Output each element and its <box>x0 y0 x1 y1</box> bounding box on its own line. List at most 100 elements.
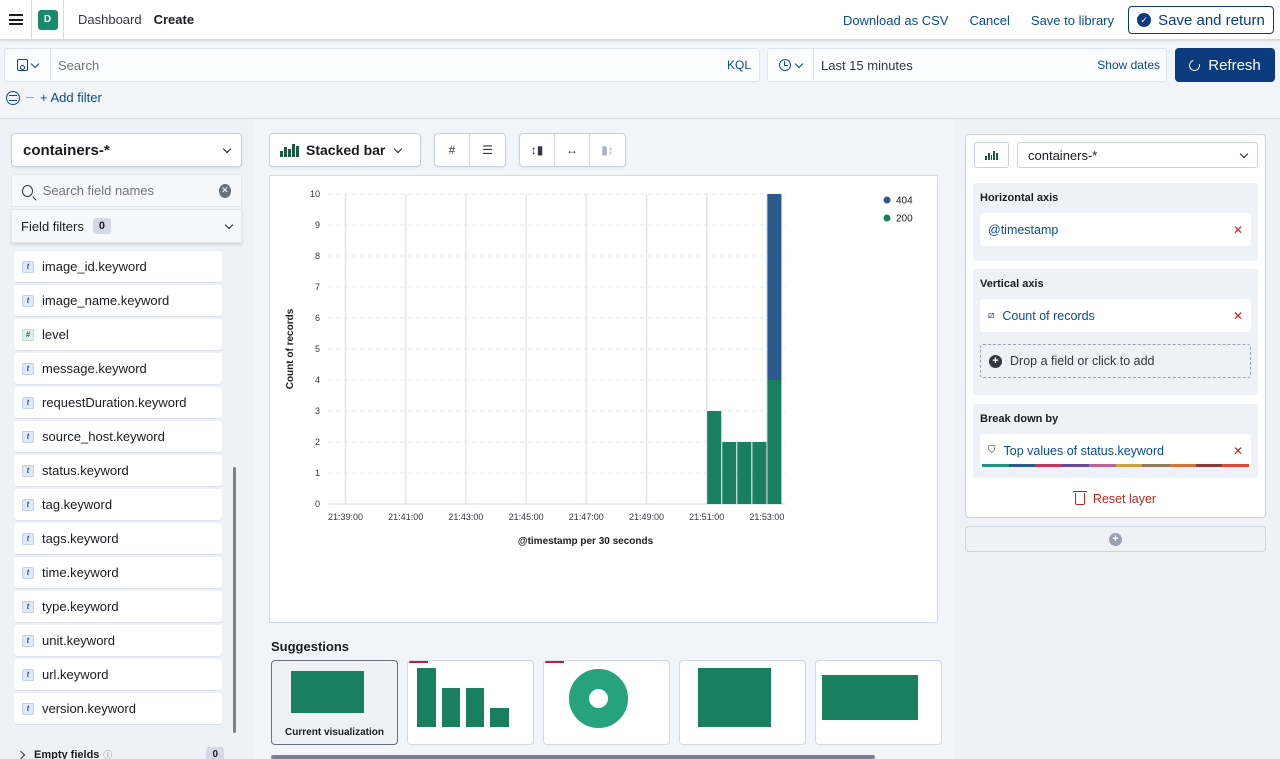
left-axis-button[interactable]: ↕▮ <box>520 134 555 166</box>
field-list: t image_id.keyword t image_name.keyword # lev… <box>14 251 222 727</box>
chart-type-switcher[interactable]: Stacked bar <box>269 133 421 167</box>
vertical-axis-dimension[interactable]: ⧄ Count of records ✕ <box>980 299 1251 332</box>
plus-circle-icon: + <box>1109 532 1122 546</box>
string-type-icon: t <box>22 396 34 409</box>
query-language-toggle[interactable]: KQL <box>727 58 751 72</box>
menu-button[interactable] <box>0 0 32 40</box>
suggestion-donut[interactable] <box>543 660 670 745</box>
x-tick-label: 21:39:00 <box>328 512 363 522</box>
bottom-axis-button[interactable]: ↔ <box>555 134 590 166</box>
drop-field-text: Drop a field or click to add <box>1010 354 1155 368</box>
add-layer-button[interactable]: + <box>965 526 1266 552</box>
hamburger-icon <box>8 14 23 25</box>
save-to-library-link[interactable]: Save to library <box>1031 13 1114 28</box>
layer-chart-type-button[interactable] <box>974 142 1009 168</box>
sidebar-scrollbar[interactable] <box>233 467 236 733</box>
field-list-item[interactable]: t time.keyword <box>14 557 222 588</box>
suggestion-bar-2 <box>442 688 460 727</box>
remove-icon[interactable]: ✕ <box>1233 309 1243 323</box>
empty-fields-count: 0 <box>206 747 224 759</box>
layer-index-name: containers-* <box>1028 147 1098 163</box>
vertical-axis-value: Count of records <box>1002 308 1095 323</box>
suggestion-area[interactable] <box>679 660 806 745</box>
field-sidebar: containers-* ✕ Field filters 0 t image_id… <box>0 119 253 759</box>
x-axis-title: @timestamp per 30 seconds <box>518 536 654 547</box>
field-list-item[interactable]: t image_name.keyword <box>14 285 222 316</box>
cancel-link[interactable]: Cancel <box>969 13 1009 28</box>
remove-icon[interactable]: ✕ <box>1233 223 1243 237</box>
color-palette <box>982 464 1250 467</box>
number-type-icon: # <box>22 328 34 341</box>
index-pattern-picker[interactable]: containers-* <box>11 133 242 167</box>
field-search-input[interactable] <box>42 183 219 198</box>
breadcrumb-dashboard[interactable]: Dashboard <box>78 12 142 27</box>
x-tick-label: 21:51:00 <box>689 512 724 522</box>
help-icon[interactable]: ⓘ <box>103 748 112 759</box>
field-list-item[interactable]: t url.keyword <box>14 659 222 690</box>
field-list-item[interactable]: t requestDuration.keyword <box>14 387 222 418</box>
bar-404 <box>767 194 782 380</box>
empty-fields-accordion[interactable]: Empty fields ⓘ 0 <box>16 747 224 759</box>
field-list-item[interactable]: t status.keyword <box>14 455 222 486</box>
field-list-item[interactable]: t type.keyword <box>14 591 222 622</box>
string-type-icon: t <box>22 464 34 477</box>
field-list-item[interactable]: t unit.keyword <box>14 625 222 656</box>
remove-icon[interactable]: ✕ <box>1233 444 1243 458</box>
field-list-item[interactable]: t version.keyword <box>14 693 222 724</box>
save-and-return-button[interactable]: ✓ Save and return <box>1128 6 1274 34</box>
field-name: message.keyword <box>42 361 147 376</box>
string-type-icon: t <box>22 498 34 511</box>
drop-field-zone[interactable]: + Drop a field or click to add <box>980 344 1251 378</box>
workspace-toolbar: Stacked bar # ☰ ↕▮ ↔ ▮↕ <box>269 133 626 167</box>
suggestion-horizontal-bar[interactable] <box>815 660 942 745</box>
check-circle-icon: ✓ <box>1137 13 1152 27</box>
field-list-item[interactable]: t tags.keyword <box>14 523 222 554</box>
add-filter-button[interactable]: + Add filter <box>40 90 102 105</box>
y-tick-label: 8 <box>315 251 320 261</box>
suggestion-donut-thumb <box>569 669 628 728</box>
refresh-button[interactable]: Refresh <box>1175 48 1275 82</box>
bar-200 <box>722 442 737 504</box>
value-labels-button[interactable]: # <box>435 134 470 166</box>
show-dates-button[interactable]: Show dates <box>1097 58 1160 72</box>
quick-time-menu-button[interactable] <box>768 49 814 81</box>
bar-200 <box>737 442 752 504</box>
field-list-item[interactable]: t source_host.keyword <box>14 421 222 452</box>
chevron-down-icon <box>30 59 40 68</box>
field-name: version.keyword <box>42 701 136 716</box>
suggestions-scrollbar[interactable] <box>271 755 875 759</box>
x-tick-label: 21:49:00 <box>629 512 664 522</box>
chart-panel: 0 1 2 3 4 5 6 7 8 9 10 21:39:00 21:41:00 21:43:00 21:4… <box>269 175 938 623</box>
time-picker: Last 15 minutes Show dates <box>767 48 1167 82</box>
x-tick-label: 21:47:00 <box>569 512 604 522</box>
x-tick-label: 21:43:00 <box>448 512 483 522</box>
field-list-item[interactable]: t message.keyword <box>14 353 222 384</box>
suggestion-bar[interactable] <box>407 660 534 745</box>
breakdown-dimension[interactable]: ⛉ Top values of status.keyword ✕ <box>980 434 1251 467</box>
index-pattern-name: containers-* <box>23 141 110 159</box>
suggestion-current[interactable]: Current visualization <box>271 660 398 745</box>
palette-swatch <box>1142 464 1169 467</box>
search-input[interactable] <box>51 57 727 73</box>
clear-icon[interactable]: ✕ <box>218 183 231 198</box>
field-list-item[interactable]: t tag.keyword <box>14 489 222 520</box>
download-csv-link[interactable]: Download as CSV <box>843 13 949 28</box>
palette-swatch <box>1195 464 1223 467</box>
right-axis-button[interactable]: ▮↕ <box>590 134 625 166</box>
palette-swatch <box>1088 464 1116 467</box>
reset-layer-label: Reset layer <box>1092 492 1157 506</box>
filter-menu-icon[interactable] <box>6 90 20 105</box>
query-bar: KQL Last 15 minutes Show dates Refresh <box>4 48 1276 82</box>
space-selector[interactable]: D <box>32 0 64 40</box>
field-name: time.keyword <box>42 565 119 580</box>
field-list-item[interactable]: # level <box>14 319 222 350</box>
field-list-item[interactable]: t image_id.keyword <box>14 251 222 282</box>
time-range-label[interactable]: Last 15 minutes <box>814 58 1097 73</box>
reset-layer-button[interactable]: Reset layer <box>966 491 1265 506</box>
field-name: image_name.keyword <box>42 293 170 308</box>
legend-button[interactable]: ☰ <box>470 134 505 166</box>
saved-query-button[interactable] <box>5 49 51 81</box>
horizontal-axis-dimension[interactable]: @timestamp ✕ <box>980 213 1251 246</box>
field-filters-button[interactable]: Field filters 0 <box>11 209 242 243</box>
layer-index-picker[interactable]: containers-* <box>1017 142 1258 168</box>
